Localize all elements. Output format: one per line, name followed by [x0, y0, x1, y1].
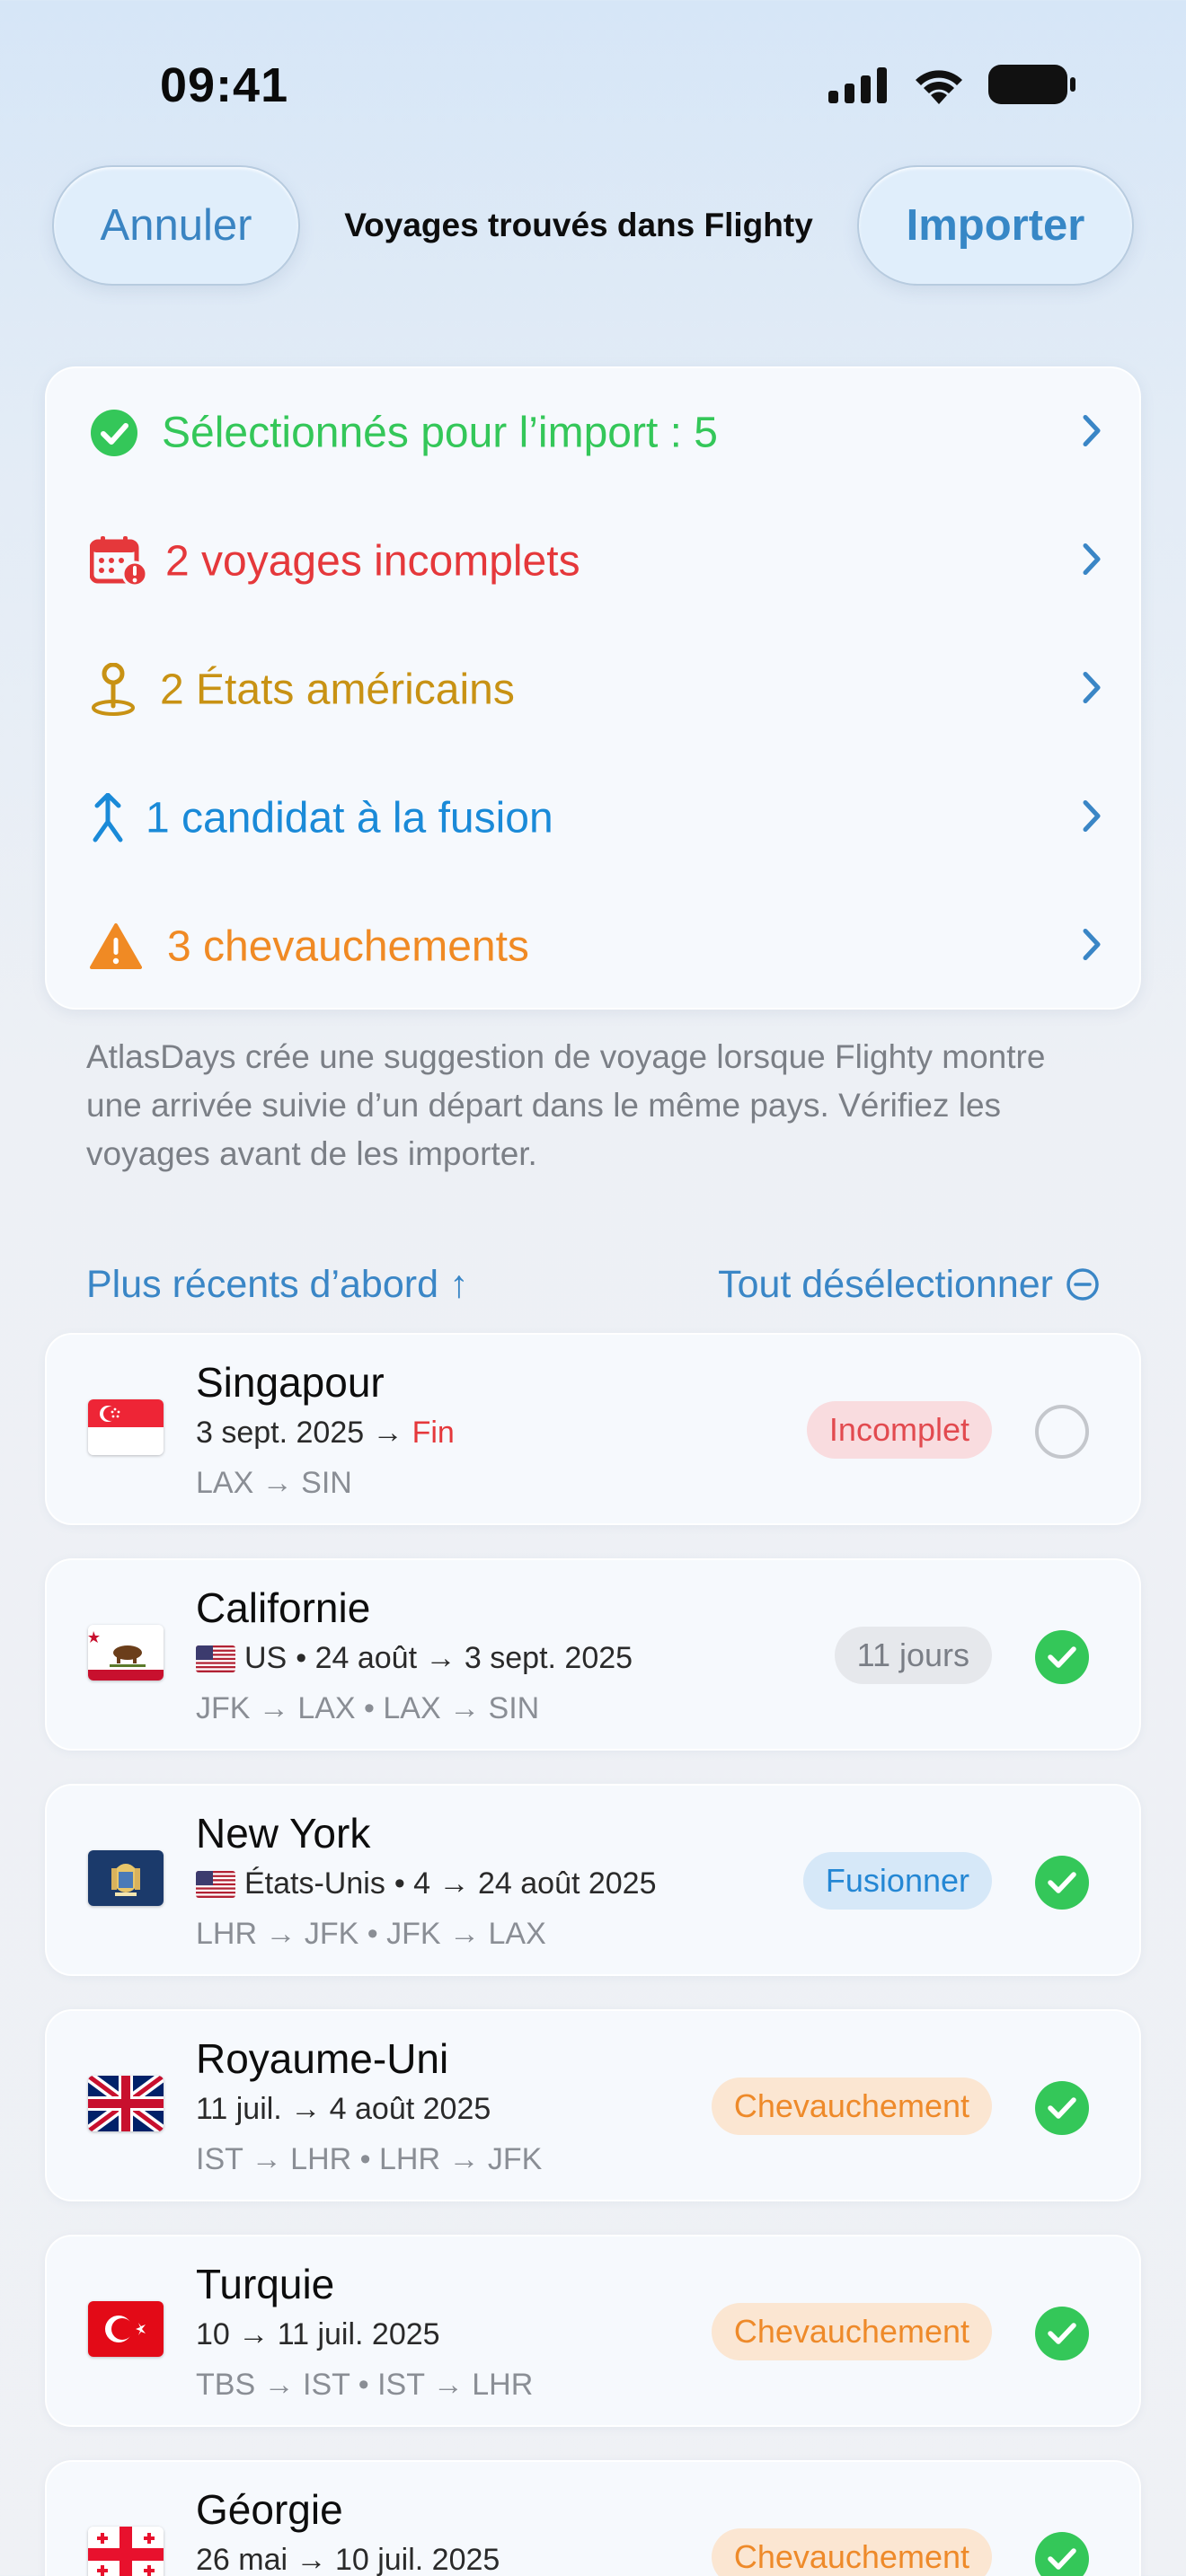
trip-route: IST → LHR • LHR → JFK [196, 2142, 543, 2176]
trip-dates: 26 mai → 10 juil. 2025 [196, 2543, 500, 2576]
summary-us-states-label: 2 États américains [160, 666, 515, 713]
chevron-right-icon [1082, 670, 1102, 709]
calendar-alert-icon [90, 535, 147, 587]
trip-end-missing: Fin [412, 1416, 455, 1450]
trip-date-range: 26 mai → 10 juil. 2025 [196, 2543, 500, 2576]
trip-name: Singapour [196, 1359, 385, 1406]
trip-name: New York [196, 1810, 371, 1857]
trip-name: Géorgie [196, 2486, 343, 2533]
trip-name: Royaume-Uni [196, 2035, 449, 2082]
trip-date-range: 3 sept. 2025 → [196, 1416, 403, 1450]
georgia-flag-icon [88, 2527, 164, 2576]
checkmark-icon [1048, 1646, 1076, 1668]
import-explanation-note: AtlasDays crée une suggestion de voyage … [86, 1038, 1046, 1172]
trip-country: États-Unis [244, 1866, 385, 1901]
trip-dates: 11 juil. → 4 août 2025 [196, 2092, 491, 2127]
summary-row-incomplete[interactable]: 2 voyages incomplets [47, 497, 1143, 625]
selection-checkbox[interactable] [1035, 1405, 1089, 1459]
status-icons [828, 65, 1076, 104]
overlap-badge: Chevauchement [711, 2303, 992, 2360]
trip-route: TBS → IST • IST → LHR [196, 2368, 534, 2402]
trip-card-new-york[interactable]: New York États-Unis • 4 → 24 août 2025 L… [45, 1784, 1141, 1976]
selection-checkbox[interactable] [1035, 1856, 1089, 1910]
trip-card-california[interactable]: Californie US • 24 août → 3 sept. 2025 J… [45, 1558, 1141, 1751]
checkmark-icon [1048, 2097, 1076, 2119]
trip-date-range: 11 juil. → 4 août 2025 [196, 2092, 491, 2126]
map-pin-icon [90, 662, 137, 717]
trip-name: Californie [196, 1584, 371, 1631]
trip-date-range: • 24 août → 3 sept. 2025 [296, 1641, 633, 1675]
battery-icon [988, 65, 1075, 104]
minus-circle-icon [1067, 1268, 1099, 1301]
wifi-icon [916, 70, 962, 104]
trip-country: US [244, 1641, 288, 1675]
trip-dates: États-Unis • 4 → 24 août 2025 [196, 1866, 657, 1901]
california-flag-icon [88, 1625, 164, 1681]
page-title: Voyages trouvés dans Flighty [344, 207, 813, 243]
summary-row-merge[interactable]: 1 candidat à la fusion [47, 754, 1143, 882]
selection-checkbox[interactable] [1035, 2081, 1089, 2135]
cancel-button[interactable]: Annuler [52, 165, 300, 286]
checkmark-circle-icon [90, 409, 138, 457]
trip-dates: 10 → 11 juil. 2025 [196, 2317, 440, 2352]
singapore-flag-icon [88, 1399, 164, 1455]
warning-triangle-icon [90, 922, 142, 970]
selection-checkbox[interactable] [1035, 1630, 1089, 1684]
deselect-all-label: Tout désélectionner [718, 1262, 1053, 1306]
summary-overlaps-label: 3 chevauchements [167, 922, 529, 970]
summary-row-selected[interactable]: Sélectionnés pour l’import : 5 [47, 368, 1143, 497]
trip-route: LAX → SIN [196, 1466, 352, 1500]
chevron-right-icon [1082, 927, 1102, 966]
trip-dates: 3 sept. 2025 → Fin [196, 1416, 455, 1451]
summary-row-us-states[interactable]: 2 États américains [47, 625, 1143, 754]
new-york-flag-icon [88, 1850, 164, 1906]
us-flag-icon [196, 1870, 235, 1898]
summary-merge-label: 1 candidat à la fusion [146, 794, 553, 842]
status-bar: 09:41 [0, 0, 1186, 171]
trip-name: Turquie [196, 2261, 335, 2307]
import-button[interactable]: Importer [857, 165, 1134, 286]
chevron-right-icon [1082, 542, 1102, 580]
navigation-header: Annuler Voyages trouvés dans Flighty Imp… [52, 165, 1134, 286]
sort-order-button[interactable]: Plus récents d’abord ↑ [86, 1263, 468, 1307]
summary-selected-label: Sélectionnés pour l’import : 5 [162, 409, 718, 456]
merge-badge[interactable]: Fusionner [802, 1852, 992, 1910]
trip-card-turkey[interactable]: Turquie 10 → 11 juil. 2025 TBS → IST • I… [45, 2235, 1141, 2427]
trip-date-range: • 4 → 24 août 2025 [394, 1866, 657, 1901]
trip-route: JFK → LAX • LAX → SIN [196, 1691, 540, 1725]
uk-flag-icon [88, 2076, 164, 2131]
selection-checkbox[interactable] [1035, 2307, 1089, 2360]
duration-badge: 11 jours [834, 1627, 992, 1684]
trip-route: LHR → JFK • JFK → LAX [196, 1917, 546, 1951]
trip-dates: US • 24 août → 3 sept. 2025 [196, 1641, 633, 1676]
summary-row-overlaps[interactable]: 3 chevauchements [47, 882, 1143, 1010]
trip-date-range: 10 → 11 juil. 2025 [196, 2317, 440, 2351]
status-badge: Incomplet [806, 1401, 992, 1459]
checkmark-icon [1048, 2548, 1076, 2570]
deselect-all-button[interactable]: Tout désélectionner [718, 1263, 1100, 1307]
trip-card-georgia[interactable]: Géorgie 26 mai → 10 juil. 2025 Chevauche… [45, 2460, 1141, 2576]
merge-arrow-icon [90, 792, 126, 843]
selection-checkbox[interactable] [1035, 2532, 1089, 2576]
overlap-badge: Chevauchement [711, 2528, 992, 2576]
turkey-flag-icon [88, 2301, 164, 2357]
overlap-badge: Chevauchement [711, 2078, 992, 2135]
import-summary-card: Sélectionnés pour l’import : 5 2 voyages… [45, 366, 1141, 1010]
us-flag-icon [196, 1645, 235, 1672]
checkmark-icon [1048, 1872, 1076, 1893]
cellular-signal-icon [828, 67, 887, 103]
trip-card-united-kingdom[interactable]: Royaume-Uni 11 juil. → 4 août 2025 IST →… [45, 2009, 1141, 2201]
summary-incomplete-label: 2 voyages incomplets [165, 537, 580, 585]
trip-card-singapore[interactable]: Singapour 3 sept. 2025 → Fin LAX → SIN I… [45, 1333, 1141, 1525]
status-time: 09:41 [160, 58, 289, 112]
chevron-right-icon [1082, 413, 1102, 452]
sort-bar: Plus récents d’abord ↑ Tout désélectionn… [86, 1257, 1100, 1311]
chevron-right-icon [1082, 798, 1102, 837]
checkmark-icon [1048, 2323, 1076, 2344]
